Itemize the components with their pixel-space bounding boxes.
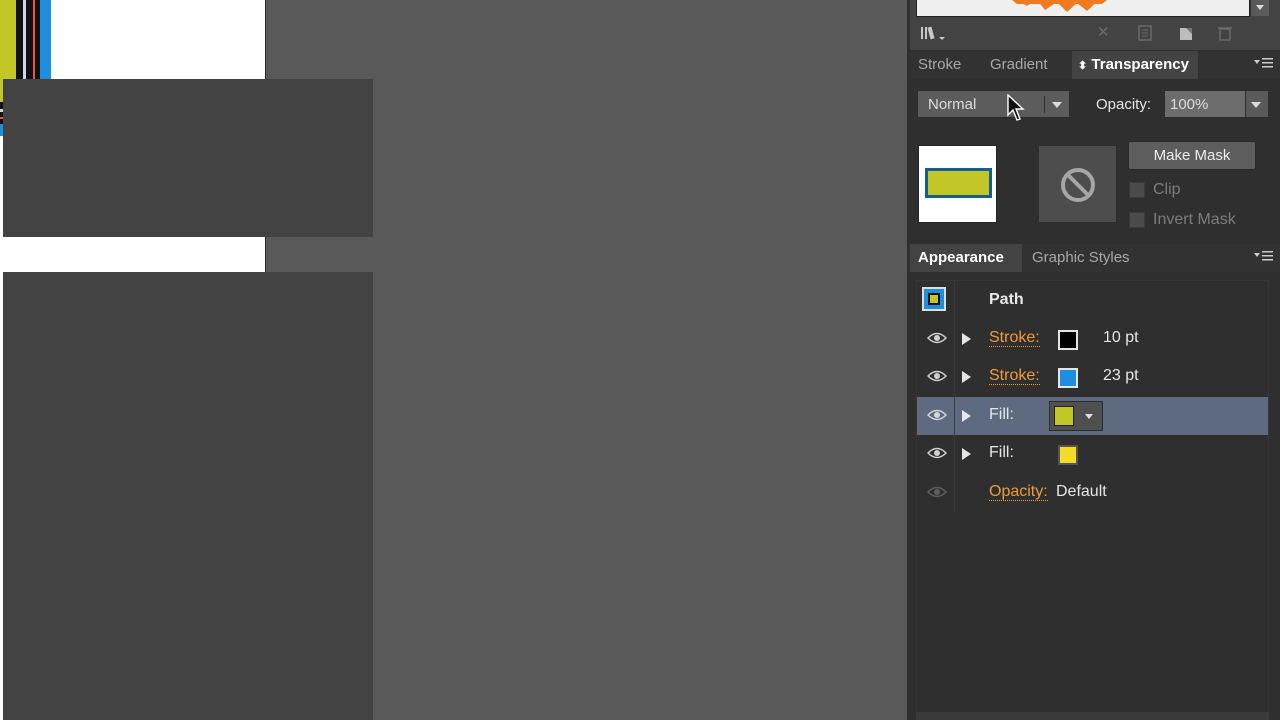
chevron-down-icon: [1085, 414, 1093, 419]
remove-brush-icon[interactable]: ✕: [1097, 25, 1110, 41]
mouse-cursor-icon: [1007, 94, 1025, 121]
stroke-color-swatch[interactable]: [1058, 368, 1078, 388]
stroke-color-swatch[interactable]: [1058, 330, 1078, 350]
expand-triangle-icon[interactable]: [962, 333, 971, 345]
appearance-row-opacity[interactable]: Opacity: Default: [917, 474, 1268, 512]
chevron-down-icon: [1052, 102, 1062, 108]
stroke-label-link[interactable]: Stroke:: [989, 367, 1040, 385]
appearance-footer: [916, 712, 1269, 720]
visibility-eye-icon[interactable]: [927, 485, 947, 499]
fill-color-dropdown[interactable]: [1049, 401, 1103, 431]
tab-collapse-icon: ⬍: [1078, 60, 1088, 72]
opacity-label-link[interactable]: Opacity:: [989, 483, 1048, 501]
clip-label: Clip: [1153, 181, 1181, 198]
appearance-row-fill-1[interactable]: Fill:: [917, 397, 1268, 435]
tab-stroke[interactable]: Stroke: [910, 51, 982, 79]
stroke-weight-value[interactable]: 23 pt: [1103, 367, 1139, 384]
panel-menu-icon[interactable]: [1254, 51, 1274, 79]
row-divider: [954, 320, 955, 358]
visibility-eye-icon[interactable]: [927, 331, 947, 345]
options-icon[interactable]: [1137, 25, 1153, 45]
tab-gradient[interactable]: Gradient: [982, 51, 1072, 79]
tab-graphic-styles[interactable]: Graphic Styles: [1024, 244, 1149, 272]
expand-triangle-icon[interactable]: [962, 410, 971, 422]
appearance-row-fill-2[interactable]: Fill:: [917, 435, 1268, 473]
brush-stroke-preview: [1012, 0, 1107, 12]
dropdown-divider: [1044, 96, 1045, 113]
delete-icon[interactable]: [1217, 25, 1233, 45]
tab-appearance[interactable]: Appearance: [910, 244, 1022, 272]
appearance-header-row[interactable]: Path: [917, 281, 1268, 319]
expand-triangle-icon[interactable]: [962, 371, 971, 383]
thumbnail-shape: [925, 168, 992, 198]
row-divider: [954, 281, 955, 319]
fill-color-swatch[interactable]: [1058, 445, 1078, 465]
opacity-field[interactable]: 100%: [1164, 90, 1268, 118]
no-mask-icon: [1061, 168, 1095, 202]
invert-mask-label: Invert Mask: [1153, 211, 1236, 228]
preview-scroll-button[interactable]: [1250, 0, 1269, 16]
stroke-weight-value[interactable]: 10 pt: [1103, 329, 1139, 346]
libraries-menu-icon[interactable]: [920, 26, 948, 46]
invert-mask-checkbox[interactable]: [1129, 212, 1145, 228]
make-mask-button[interactable]: Make Mask: [1128, 141, 1256, 170]
appearance-row-stroke-2[interactable]: Stroke: 23 pt: [917, 358, 1268, 396]
chevron-down-icon: [1251, 102, 1261, 108]
visibility-eye-icon[interactable]: [927, 446, 947, 460]
transparency-panel: [3, 79, 373, 237]
panel-menu-icon[interactable]: [1254, 244, 1274, 272]
tab-transparency-label: Transparency: [1091, 56, 1189, 73]
blend-mode-value: Normal: [928, 96, 977, 113]
fill-color-swatch[interactable]: [1054, 406, 1074, 426]
row-divider: [954, 435, 955, 473]
fill-label: Fill:: [989, 444, 1014, 461]
row-divider: [954, 358, 955, 396]
new-brush-icon[interactable]: [1178, 25, 1194, 45]
fill-label: Fill:: [989, 406, 1014, 423]
visibility-eye-icon[interactable]: [927, 369, 947, 383]
transparency-tabbar: Stroke Gradient ⬍ Transparency: [910, 51, 1280, 79]
opacity-row-value: Default: [1056, 483, 1107, 500]
clip-checkbox[interactable]: [1129, 182, 1145, 198]
row-divider: [954, 474, 955, 512]
object-thumbnail: [918, 145, 997, 223]
opacity-value[interactable]: 100%: [1170, 96, 1208, 113]
appearance-row-stroke-1[interactable]: Stroke: 10 pt: [917, 320, 1268, 358]
row-divider: [954, 397, 955, 435]
object-type-label: Path: [989, 291, 1024, 308]
expand-triangle-icon[interactable]: [962, 448, 971, 460]
tab-transparency[interactable]: ⬍ Transparency: [1072, 51, 1198, 79]
blend-mode-dropdown[interactable]: Normal: [917, 90, 1070, 118]
stroke-label-link[interactable]: Stroke:: [989, 329, 1040, 347]
visibility-eye-icon[interactable]: [927, 408, 947, 422]
opacity-label: Opacity:: [1096, 96, 1152, 113]
brush-preview[interactable]: [916, 0, 1250, 17]
appearance-panel: [3, 272, 373, 720]
mask-thumbnail: [1038, 145, 1117, 223]
appearance-tabbar: Appearance Graphic Styles: [910, 244, 1280, 272]
path-thumbnail-icon: [922, 287, 946, 311]
